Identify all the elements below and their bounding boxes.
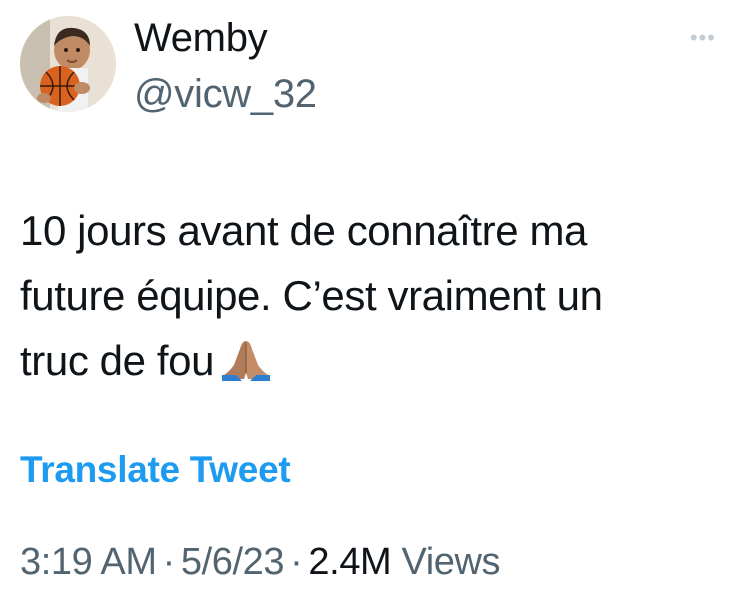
tweet-date[interactable]: 5/6/23 bbox=[181, 541, 285, 583]
views-label[interactable]: Views bbox=[401, 541, 500, 583]
author-handle[interactable]: @vicw_32 bbox=[134, 70, 317, 118]
tweet-line-text: truc de fou bbox=[20, 337, 215, 384]
translate-tweet-link[interactable]: Translate Tweet bbox=[20, 446, 291, 494]
tweet-line: 10 jours avant de connaître ma bbox=[20, 207, 588, 254]
tweet-text: 10 jours avant de connaître ma future éq… bbox=[20, 198, 710, 399]
tweet-meta: 3:19 AM · 5/6/23 · 2.4M Views bbox=[20, 538, 501, 586]
views-count: 2.4M bbox=[308, 541, 392, 583]
avatar[interactable] bbox=[20, 16, 116, 112]
separator: · bbox=[162, 541, 176, 583]
author-display-name[interactable]: Wemby bbox=[134, 14, 268, 62]
tweet-line: future équipe. C’est vraiment un bbox=[20, 272, 603, 319]
tweet-line: truc de fou bbox=[20, 328, 710, 399]
more-dots-icon[interactable]: ••• bbox=[690, 27, 716, 49]
separator: · bbox=[290, 541, 303, 583]
tweet-time[interactable]: 3:19 AM bbox=[20, 541, 157, 583]
praying-hands-emoji bbox=[220, 334, 272, 399]
child-with-basketball-avatar bbox=[20, 16, 116, 112]
